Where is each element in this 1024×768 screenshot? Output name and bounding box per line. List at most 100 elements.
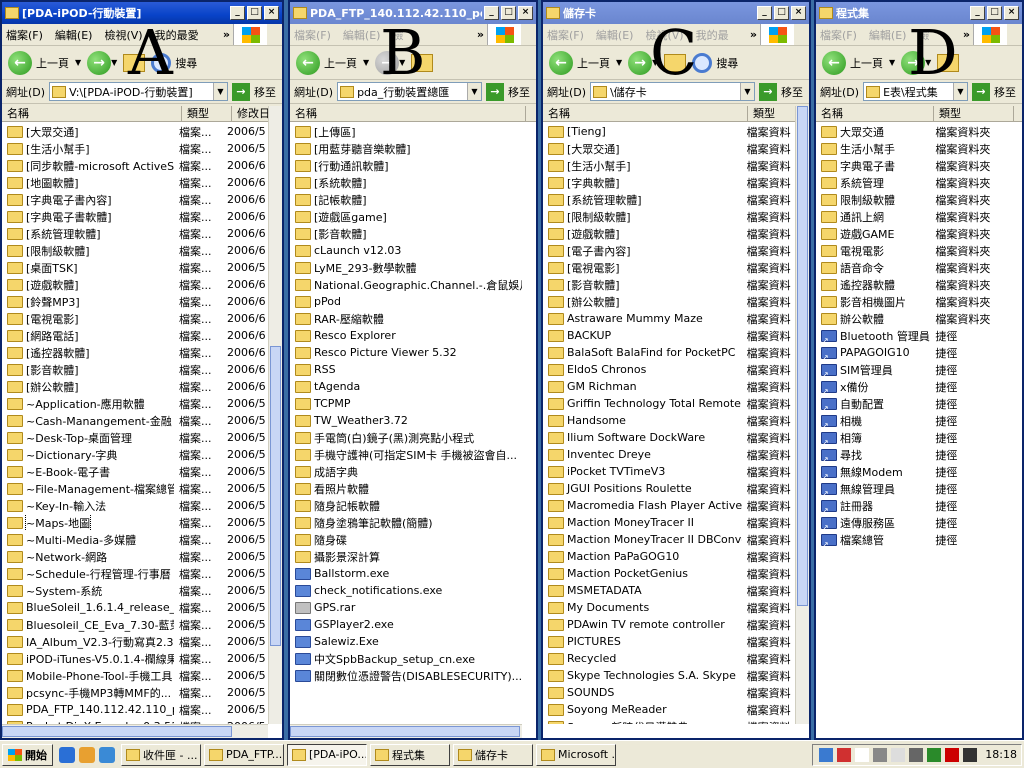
file-name-cell[interactable]: [行動通訊軟體] [290,158,522,174]
file-name-cell[interactable]: [辦公軟體] [2,379,174,395]
file-row[interactable]: EldoS Chronos 檔案資料 [543,361,795,378]
close-button[interactable]: × [1004,6,1019,20]
file-row[interactable]: [字典軟體] 檔案資料 [543,174,795,191]
file-name-cell[interactable]: GM Richman [543,380,742,393]
file-name-cell[interactable]: [大眾交通] [2,124,174,140]
file-name[interactable]: 語音命令 [840,260,884,276]
file-name[interactable]: Bluesoleil_CE_Eva_7.30-藍芽... [26,617,174,633]
file-name-cell[interactable]: Maction PaPaGOG10 [543,550,742,563]
file-name-cell[interactable]: [影音軟體] [2,362,174,378]
file-row[interactable]: [生活小幫手] 檔案資料 [543,157,795,174]
back-arrow-icon[interactable]: ← [549,50,573,75]
file-row[interactable]: 關閉數位憑證警告(DISABLESECURITY)... [290,667,522,684]
menu-item[interactable]: 我的最 [696,27,729,43]
file-name[interactable]: Maction PocketGenius [567,567,688,580]
file-row[interactable]: [電子書內容] 檔案資料 [543,242,795,259]
file-name-cell[interactable]: Resco Explorer [290,329,522,342]
search-icon[interactable] [151,52,172,73]
file-name[interactable]: RAR-壓縮軟體 [314,311,384,327]
file-name[interactable]: iPocket TVTimeV3 [567,465,665,478]
file-name-cell[interactable]: [生活小幫手] [2,141,174,157]
file-row[interactable]: [遊戲區game] [290,208,522,225]
file-name[interactable]: ~Maps-地圖 [24,514,92,531]
outlook-icon[interactable] [79,746,95,763]
file-name[interactable]: 尋找 [840,447,862,463]
file-row[interactable]: TW_Weather3.72 [290,412,522,429]
file-name-cell[interactable]: PICTURES [543,635,742,648]
start-button[interactable]: 開始 [2,743,53,766]
forward-arrow-icon[interactable]: → [628,50,653,75]
file-row[interactable]: ~System-系統 檔案... 2006/5 [2,582,268,599]
file-name-cell[interactable]: Astraware Mummy Maze [543,312,742,325]
file-name-cell[interactable]: TW_Weather3.72 [290,414,522,427]
file-name[interactable]: [同步軟體-microsoft ActiveSy... [26,158,174,174]
close-button[interactable]: × [264,6,279,20]
file-name-cell[interactable]: PDA_FTP_140.112.42.110_pd... [2,703,174,716]
file-row[interactable]: [遙控器軟體] 檔案... 2006/6 [2,344,268,361]
file-name-cell[interactable]: ~Desk-Top-桌面管理 [2,430,174,446]
file-name[interactable]: pPod [314,295,341,308]
go-button-label[interactable]: 移至 [994,84,1016,100]
file-name[interactable]: National.Geographic.Channel.-.倉鼠娛月.[i... [314,277,522,293]
file-name[interactable]: [辦公軟體] [26,379,79,395]
file-name-cell[interactable]: [遙控器軟體] [2,345,174,361]
up-folder-icon[interactable] [937,53,960,72]
volume-icon[interactable] [909,747,924,762]
taskbar-button[interactable]: Microsoft ... [536,743,616,766]
file-name[interactable]: [限制級軟體] [567,209,631,225]
maximize-button[interactable]: □ [247,6,262,20]
file-name[interactable]: GPS.rar [314,601,355,614]
file-name[interactable]: 字典電子書 [840,158,895,174]
column-header[interactable]: 類型 [934,106,1014,121]
file-row[interactable]: 中文SpbBackup_setup_cn.exe [290,650,522,667]
file-row[interactable]: RAR-壓縮軟體 [290,310,522,327]
file-name[interactable]: ~Application-應用軟體 [26,396,145,412]
file-name-cell[interactable]: [限制級軟體] [2,243,174,259]
file-name[interactable]: 大眾交通 [840,124,884,140]
file-name[interactable]: 中文SpbBackup_setup_cn.exe [314,651,475,667]
file-row[interactable]: 語音命令 檔案資料夾 [816,259,1008,276]
file-name-cell[interactable]: Resco Picture Viewer 5.32 [290,346,522,359]
file-name-cell[interactable]: check_notifications.exe [290,584,522,597]
file-name-cell[interactable]: pcsync-手機MP3轉MMF的... [2,685,174,701]
file-row[interactable]: Resco Picture Viewer 5.32 [290,344,522,361]
file-row[interactable]: 大眾交通 檔案資料夾 [816,123,1008,140]
file-row[interactable]: ~Key-In-輸入法 檔案... 2006/5 [2,497,268,514]
file-name[interactable]: [上傳區] [314,124,356,140]
address-dropdown-icon[interactable]: ▼ [953,83,967,100]
file-name-cell[interactable]: [上傳區] [290,124,522,140]
taskbar-button[interactable]: 程式集 [370,743,450,766]
dropdown-arrow-icon[interactable]: ▼ [111,58,117,67]
file-name-cell[interactable]: [字典電子書軟體] [2,209,174,225]
file-row[interactable]: LyME_293-數學軟體 [290,259,522,276]
file-row[interactable]: [限制級軟體] 檔案... 2006/6 [2,242,268,259]
file-name[interactable]: [字典電子書內容] [26,192,112,208]
file-name[interactable]: Resco Picture Viewer 5.32 [314,346,457,359]
file-name-cell[interactable]: 關閉數位憑證警告(DISABLESECURITY)... [290,668,522,684]
file-row[interactable]: 系統管理 檔案資料夾 [816,174,1008,191]
dropdown-arrow-icon[interactable]: ▼ [652,58,658,67]
file-row[interactable]: Maction MoneyTracer II DBConvert 檔案資料 [543,531,795,548]
file-name-cell[interactable]: 尋找 [816,447,930,463]
file-row[interactable]: 手電筒(白)鏡子(黑)測亮點小程式 [290,429,522,446]
file-name[interactable]: Ballstorm.exe [314,567,389,580]
address-value[interactable]: \儲存卡 [610,84,740,100]
menu-overflow-chevron[interactable]: » [223,28,230,41]
back-arrow-icon[interactable]: ← [296,50,320,75]
file-name-cell[interactable]: 相簿 [816,430,930,446]
file-name[interactable]: [系統管理軟體] [567,192,642,208]
file-name-cell[interactable]: [同步軟體-microsoft ActiveSy... [2,158,174,174]
file-name-cell[interactable]: PDAwin TV remote controller [543,618,742,631]
file-name-cell[interactable]: 攝影景深計算 [290,549,522,565]
file-name[interactable]: 電視電影 [840,243,884,259]
file-row[interactable]: 隨身塗鴉筆記軟體(簡體) [290,514,522,531]
file-name[interactable]: Mobile-Phone-Tool-手機工具 [26,668,172,684]
file-name[interactable]: [限制級軟體] [26,243,90,259]
search-button-label[interactable]: 搜尋 [716,55,738,71]
file-row[interactable]: Soyong 新時代日漢雙典 檔案資料 [543,718,795,724]
forward-arrow-icon[interactable]: → [901,50,926,75]
file-name[interactable]: [Tieng] [567,125,606,138]
file-name-cell[interactable]: BACKUP [543,329,742,342]
file-name-cell[interactable]: GSPlayer2.exe [290,618,522,631]
column-header[interactable]: 名稱 [816,106,934,121]
